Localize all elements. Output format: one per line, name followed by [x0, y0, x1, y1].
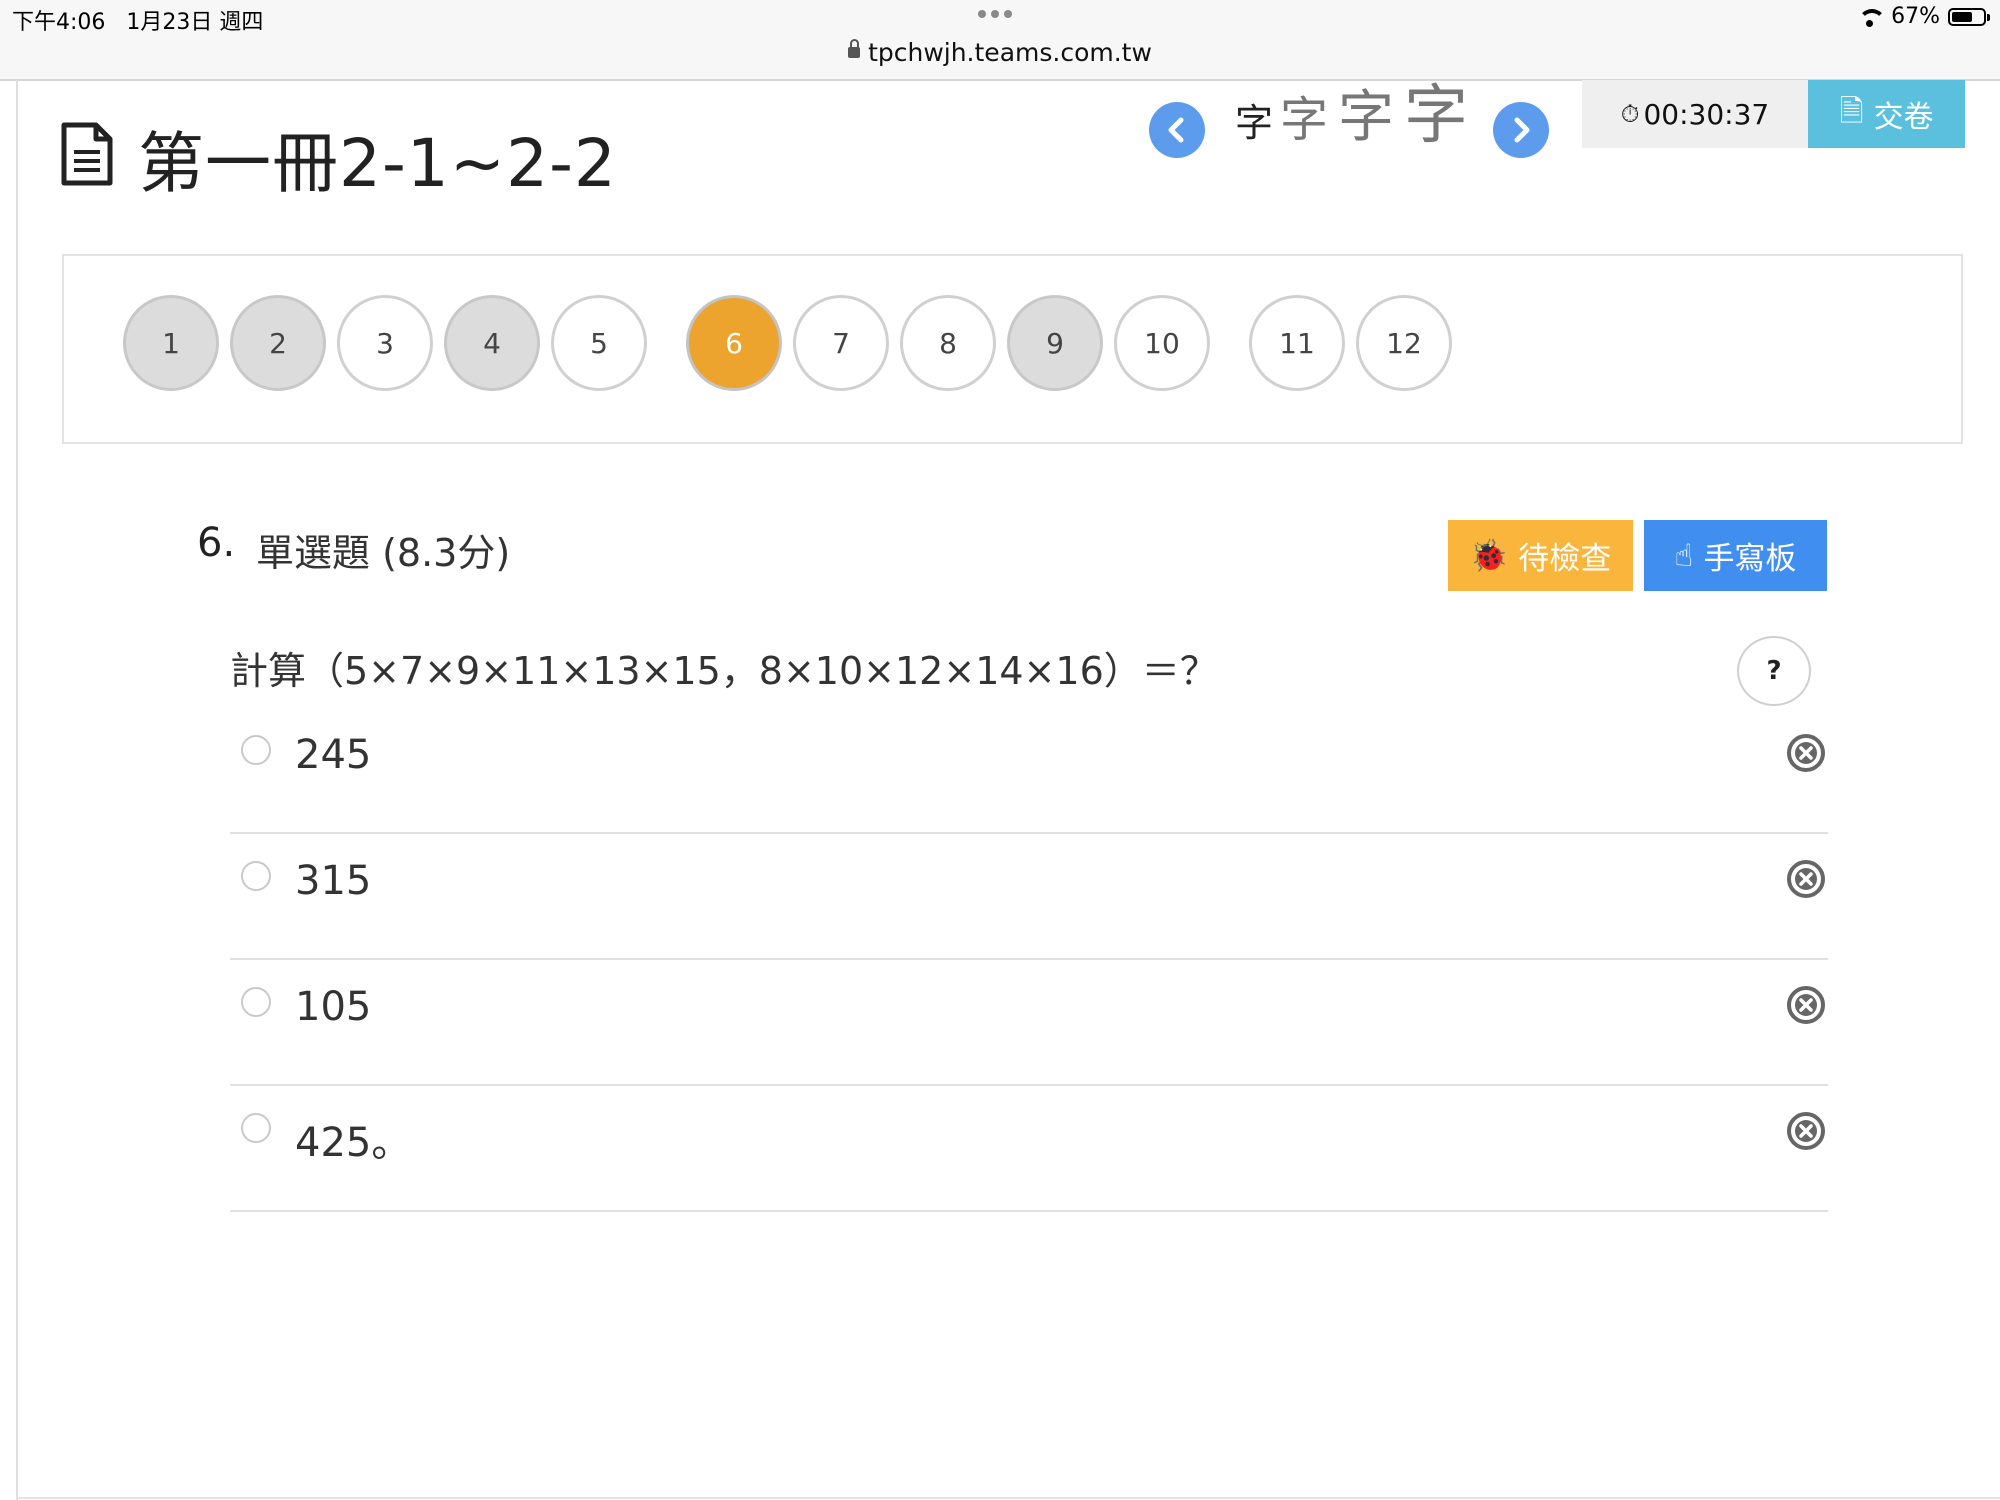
question-button-5[interactable]: 5 [551, 295, 647, 391]
document-icon [61, 122, 113, 186]
font-size-m[interactable]: 字 [1338, 90, 1394, 146]
submit-exam-button[interactable]: 🗎 交卷 [1808, 80, 1965, 148]
question-button-2[interactable]: 2 [230, 295, 326, 391]
address-bar[interactable]: tpchwjh.teams.com.tw [0, 38, 2000, 67]
page-title: 第一冊2-1~2-2 [138, 125, 617, 202]
question-button-8[interactable]: 8 [900, 295, 996, 391]
lock-icon [848, 38, 861, 58]
submit-label: 交卷 [1873, 100, 1934, 135]
next-question-button[interactable] [1493, 102, 1549, 158]
question-button-3[interactable]: 3 [337, 295, 433, 391]
previous-question-button[interactable] [1149, 102, 1205, 158]
question-button-11[interactable]: 11 [1249, 295, 1345, 391]
timer-icon: ⏱ [1620, 100, 1640, 128]
wifi-icon [1857, 7, 1884, 27]
chevron-right-icon [1514, 117, 1530, 143]
option-text: 245 [295, 732, 372, 778]
question-button-4[interactable]: 4 [444, 295, 540, 391]
handwriting-pad-button[interactable]: ☝ 手寫板 [1644, 520, 1827, 591]
chevron-left-icon [1168, 117, 1184, 143]
status-indicators: 67% [1857, 4, 1990, 29]
answer-option[interactable]: 425。 [230, 1086, 1828, 1212]
question-button-7[interactable]: 7 [793, 295, 889, 391]
hand-pointer-icon: ☝ [1674, 537, 1694, 574]
eliminate-option-icon[interactable] [1786, 1111, 1826, 1151]
answer-option[interactable]: 245 [230, 708, 1828, 834]
battery-icon [1948, 7, 1990, 26]
page-border-bottom [16, 1497, 2000, 1499]
browser-status-bar: 下午4:06 1月23日 週四 tpchwjh.teams.com.tw 67% [0, 0, 2000, 81]
question-button-10[interactable]: 10 [1114, 295, 1210, 391]
question-button-6[interactable]: 6 [686, 295, 782, 391]
question-button-9[interactable]: 9 [1007, 295, 1103, 391]
bug-icon: 🐞 [1469, 538, 1509, 574]
answer-option[interactable]: 315 [230, 834, 1828, 960]
option-radio[interactable] [241, 1113, 271, 1143]
timer-value: 00:30:37 [1643, 97, 1770, 131]
eliminate-option-icon[interactable] [1786, 733, 1826, 773]
url-text: tpchwjh.teams.com.tw [868, 38, 1152, 67]
option-radio[interactable] [241, 735, 271, 765]
option-text: 425。 [295, 1120, 412, 1166]
font-size-l[interactable]: 字 [1404, 84, 1468, 148]
page-border-left [16, 80, 18, 1500]
question-stem: 計算（5×7×9×11×13×15，8×10×12×14×16）＝？ [230, 649, 1218, 693]
answer-option[interactable]: 105 [230, 960, 1828, 1086]
eliminate-option-icon[interactable] [1786, 859, 1826, 899]
option-radio[interactable] [241, 987, 271, 1017]
handwriting-label: 手寫板 [1703, 541, 1797, 577]
question-button-12[interactable]: 12 [1356, 295, 1452, 391]
font-size-xs[interactable]: 字 [1235, 104, 1273, 142]
status-time-date: 下午4:06 1月23日 週四 [12, 10, 264, 35]
option-text: 315 [295, 858, 372, 904]
mark-for-review-button[interactable]: 🐞 待檢查 [1448, 520, 1633, 591]
option-text: 105 [295, 984, 372, 1030]
option-radio[interactable] [241, 861, 271, 891]
submit-icon: 🗎 [1839, 93, 1864, 129]
eliminate-option-icon[interactable] [1786, 985, 1826, 1025]
review-label: 待檢查 [1518, 541, 1612, 577]
question-type: 單選題 (8.3分) [256, 531, 511, 575]
battery-percent: 67% [1891, 4, 1940, 29]
timer: ⏱ 00:30:37 [1582, 80, 1808, 148]
question-button-1[interactable]: 1 [123, 295, 219, 391]
help-button[interactable]: ? [1737, 636, 1811, 706]
font-size-s[interactable]: 字 [1280, 96, 1328, 144]
more-dots-icon[interactable] [978, 10, 1012, 18]
question-number: 6. [197, 520, 236, 566]
